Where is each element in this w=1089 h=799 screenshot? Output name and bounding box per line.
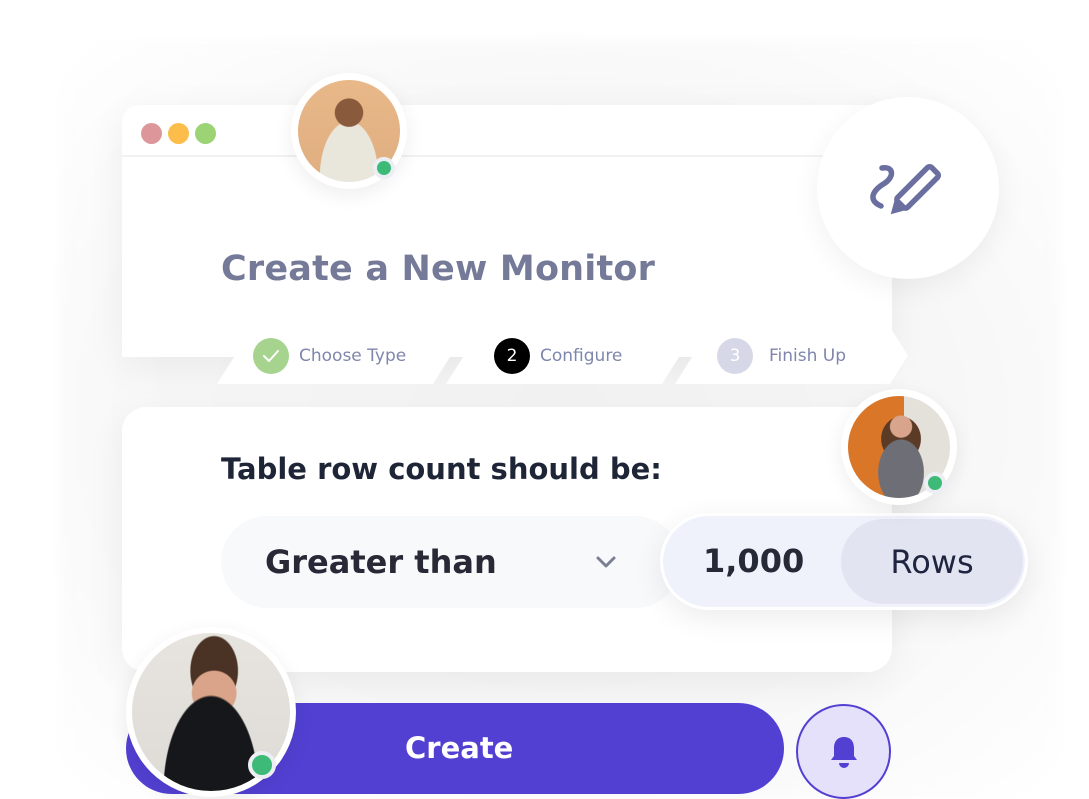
online-status-dot: [373, 157, 395, 179]
bell-icon: [830, 736, 857, 768]
comparator-select[interactable]: Greater than: [221, 516, 681, 608]
online-status-dot: [924, 472, 946, 494]
chevron-down-icon: [596, 556, 616, 568]
collaborator-avatar[interactable]: [126, 627, 296, 797]
create-button-label: Create: [405, 731, 514, 765]
step-choose-type[interactable]: Choose Type: [217, 327, 451, 384]
window-minimize-button[interactable]: [168, 123, 189, 144]
unit-selector[interactable]: Rows: [841, 519, 1023, 604]
online-status-dot: [248, 751, 276, 779]
threshold-value[interactable]: 1,000: [703, 516, 804, 607]
notify-button[interactable]: [796, 704, 891, 799]
collaborator-avatar[interactable]: [841, 389, 957, 505]
window-title-bar: [122, 105, 892, 157]
question-label: Table row count should be:: [221, 452, 662, 486]
step-completed-badge: [253, 338, 289, 374]
edit-badge[interactable]: [817, 97, 999, 279]
step-number-badge: 3: [717, 338, 753, 374]
threshold-input[interactable]: 1,000 Rows: [660, 513, 1028, 610]
checkmark-icon: [262, 349, 280, 363]
app-window: [122, 105, 892, 357]
step-label: Choose Type: [299, 345, 407, 366]
step-finish-up[interactable]: 3 Finish Up: [675, 327, 908, 384]
collaborator-avatar[interactable]: [291, 73, 407, 189]
step-configure[interactable]: 2 Configure: [446, 327, 680, 384]
step-number-badge: 2: [494, 338, 530, 374]
window-close-button[interactable]: [141, 123, 162, 144]
step-label: Finish Up: [769, 345, 847, 366]
page-title: Create a New Monitor: [221, 249, 656, 289]
step-label: Configure: [540, 345, 623, 366]
comparator-value: Greater than: [265, 543, 497, 581]
window-maximize-button[interactable]: [195, 123, 216, 144]
signature-pencil-icon: [870, 163, 942, 215]
